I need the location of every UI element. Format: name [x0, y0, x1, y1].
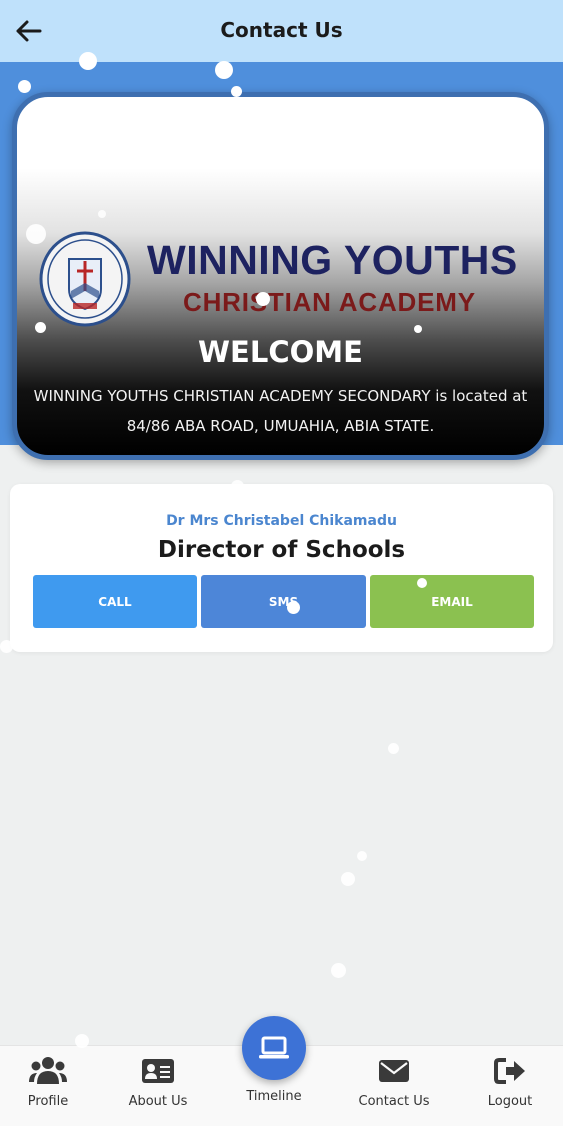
envelope-icon: [379, 1060, 409, 1082]
snow-particle: [357, 851, 367, 861]
nav-label-about-us: About Us: [128, 1094, 188, 1109]
snow-particle: [388, 743, 399, 754]
nav-label-logout: Logout: [487, 1094, 533, 1109]
email-button[interactable]: EMAIL: [370, 575, 534, 628]
nav-item-profile[interactable]: Profile: [0, 1056, 96, 1109]
nav-label-contact-us: Contact Us: [358, 1094, 430, 1109]
contact-name: Dr Mrs Christabel Chikamadu: [166, 513, 397, 529]
welcome-title: WELCOME: [198, 335, 363, 369]
nav-item-contact-us[interactable]: Contact Us: [346, 1056, 442, 1109]
call-button[interactable]: CALL: [33, 575, 197, 628]
contact-role: Director of Schools: [157, 537, 406, 563]
timeline-button[interactable]: [242, 1016, 306, 1080]
welcome-banner: WINNING YOUTHS CHRISTIAN ACADEMY WELCOME…: [12, 92, 549, 460]
page-title: Contact Us: [220, 18, 343, 42]
school-name-logo-line2: CHRISTIAN ACADEMY: [183, 287, 476, 317]
sms-button[interactable]: SMS: [201, 575, 366, 628]
welcome-description: WINNING YOUTHS CHRISTIAN ACADEMY SECONDA…: [33, 387, 528, 435]
app-bar: Contact Us: [0, 0, 563, 62]
nav-label-timeline: Timeline: [246, 1089, 302, 1104]
school-name-logo-line1: WINNING YOUTHS: [147, 237, 518, 283]
nav-label-profile: Profile: [27, 1094, 69, 1109]
school-crest-logo: [39, 231, 131, 327]
users-icon: [29, 1057, 67, 1084]
nav-item-logout[interactable]: Logout: [462, 1056, 558, 1109]
snow-particle: [341, 872, 355, 886]
contact-card: Dr Mrs Christabel Chikamadu Director of …: [10, 484, 553, 652]
id-card-icon: [142, 1059, 174, 1083]
nav-item-about-us[interactable]: About Us: [110, 1056, 206, 1109]
snow-particle: [331, 963, 346, 978]
sign-out-icon: [494, 1058, 525, 1084]
laptop-icon: [259, 1036, 289, 1059]
